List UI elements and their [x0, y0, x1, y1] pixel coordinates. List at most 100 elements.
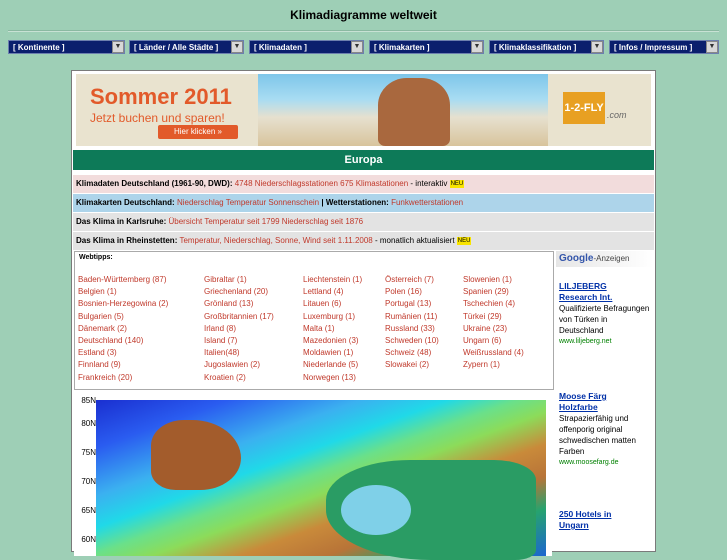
country-link[interactable]: Lettland (4) [303, 286, 362, 298]
ad-url[interactable]: www.moosefarg.de [559, 457, 651, 468]
country-link[interactable]: Grönland (13) [204, 298, 274, 310]
ad-title[interactable]: Ungarn [559, 520, 651, 531]
nav-label: [ Klimaklassifikation ] [494, 43, 577, 52]
ad-body: Qualifizierte Befragungen von Türken in … [559, 304, 650, 335]
chevron-down-icon[interactable]: ▼ [112, 41, 124, 53]
baltic-shape [341, 485, 411, 535]
country-link[interactable]: Weißrussland (4) [463, 347, 524, 359]
ad-banner[interactable]: Sommer 2011 Jetzt buchen und sparen! Hie… [76, 74, 651, 146]
country-link[interactable]: Spanien (29) [463, 286, 524, 298]
country-link[interactable]: Liechtenstein (1) [303, 274, 362, 286]
nav-kontinente[interactable]: [ Kontinente ] ▼ [8, 40, 125, 54]
country-column: Österreich (7) Polen (16) Portugal (13) … [385, 274, 439, 372]
country-link[interactable]: Litauen (6) [303, 298, 362, 310]
info-row-klimakarten: Klimakarten Deutschland: Niederschlag Te… [73, 194, 654, 212]
nav-label: [ Klimakarten ] [374, 43, 430, 52]
lat-tick: 75N [81, 448, 96, 457]
info-row-karlsruhe: Das Klima in Karlsruhe: Übersicht Temper… [73, 213, 654, 231]
ad-title[interactable]: Holzfarbe [559, 402, 651, 413]
row-label: Das Klima in Rheinstetten: [76, 236, 178, 245]
country-link[interactable]: Portugal (13) [385, 298, 439, 310]
country-link[interactable]: Griechenland (20) [204, 286, 274, 298]
country-link[interactable]: Irland (8) [204, 323, 274, 335]
nav-klimaklassifikation[interactable]: [ Klimaklassifikation ] ▼ [489, 40, 604, 54]
country-link[interactable]: Tschechien (4) [463, 298, 524, 310]
link-niederschlag-1876[interactable]: Niederschlag seit 1876 [282, 217, 363, 226]
country-link[interactable]: Ungarn (6) [463, 335, 524, 347]
country-link[interactable]: Moldawien (1) [303, 347, 362, 359]
country-link[interactable]: Island (7) [204, 335, 274, 347]
link-uebersicht[interactable]: Übersicht [168, 217, 202, 226]
ad-title[interactable]: LILJEBERG [559, 281, 651, 292]
row-label-2: Wetterstationen: [325, 198, 389, 207]
country-link[interactable]: Bulgarien (5) [78, 311, 168, 323]
country-link[interactable]: Türkei (29) [463, 311, 524, 323]
ad-item[interactable]: 250 Hotels in Ungarn [559, 509, 651, 531]
link-funkwetterstationen[interactable]: Funkwetterstationen [391, 198, 463, 207]
country-link[interactable]: Niederlande (5) [303, 359, 362, 371]
chevron-down-icon[interactable]: ▼ [231, 41, 243, 53]
country-link[interactable]: Dänemark (2) [78, 323, 168, 335]
google-logo: Google [559, 253, 594, 264]
ads-header: Google-Anzeigen [556, 251, 653, 267]
info-row-klimadaten: Klimadaten Deutschland (1961-90, DWD): 4… [73, 175, 654, 193]
nav-laender[interactable]: [ Länder / Alle Städte ] ▼ [129, 40, 244, 54]
nav-label: [ Infos / Impressum ] [614, 43, 693, 52]
country-link[interactable]: Schweden (10) [385, 335, 439, 347]
country-link[interactable]: Rumänien (11) [385, 311, 439, 323]
nav-label: [ Länder / Alle Städte ] [134, 43, 219, 52]
lat-tick: 80N [81, 419, 96, 428]
nav-infos[interactable]: [ Infos / Impressum ] ▼ [609, 40, 719, 54]
country-link[interactable]: Malta (1) [303, 323, 362, 335]
country-link[interactable]: Zypern (1) [463, 359, 524, 371]
country-link[interactable]: Mazedonien (3) [303, 335, 362, 347]
country-link[interactable]: Slowenien (1) [463, 274, 524, 286]
country-link[interactable]: Ukraine (23) [463, 323, 524, 335]
chevron-down-icon[interactable]: ▼ [471, 41, 483, 53]
link-niederschlag[interactable]: Niederschlag [177, 198, 224, 207]
nav-klimadaten[interactable]: [ Klimadaten ] ▼ [249, 40, 364, 54]
link-rheinstetten-data[interactable]: Temperatur, Niederschlag, Sonne, Wind se… [179, 236, 372, 245]
link-sonnenschein[interactable]: Sonnenschein [268, 198, 319, 207]
link-temperatur-1799[interactable]: Temperatur seit 1799 [204, 217, 279, 226]
banner-button[interactable]: Hier klicken » [158, 125, 238, 139]
logo-mark: 1-2-FLY [563, 92, 605, 124]
link-temperatur[interactable]: Temperatur [226, 198, 266, 207]
country-link[interactable]: Deutschland (140) [78, 335, 168, 347]
nav-label: [ Klimadaten ] [254, 43, 307, 52]
chevron-down-icon[interactable]: ▼ [351, 41, 363, 53]
country-link[interactable]: Österreich (7) [385, 274, 439, 286]
country-link[interactable]: Kroatien (2) [204, 372, 274, 384]
ad-url[interactable]: www.liljeberg.net [559, 336, 651, 347]
ad-item[interactable]: LILJEBERG Research Int. Qualifizierte Be… [559, 281, 651, 347]
country-link[interactable]: Großbritannien (17) [204, 311, 274, 323]
chevron-down-icon[interactable]: ▼ [591, 41, 603, 53]
ad-title[interactable]: Moose Färg [559, 391, 651, 402]
map-image[interactable] [96, 400, 546, 560]
country-link[interactable]: Frankreich (20) [78, 372, 168, 384]
country-link[interactable]: Russland (33) [385, 323, 439, 335]
country-link[interactable]: Gibraltar (1) [204, 274, 274, 286]
ad-body: Strapazierfähig und offenporig original … [559, 414, 636, 456]
country-link[interactable]: Bosnien-Herzegowina (2) [78, 298, 168, 310]
country-link[interactable]: Italien(48) [204, 347, 274, 359]
nav-klimakarten[interactable]: [ Klimakarten ] ▼ [369, 40, 484, 54]
country-link[interactable]: Belgien (1) [78, 286, 168, 298]
country-link[interactable]: Baden-Württemberg (87) [78, 274, 168, 286]
country-link[interactable]: Norwegen (13) [303, 372, 362, 384]
country-link[interactable]: Estland (3) [78, 347, 168, 359]
country-link[interactable]: Schweiz (48) [385, 347, 439, 359]
country-link[interactable]: Polen (16) [385, 286, 439, 298]
ad-title[interactable]: Research Int. [559, 292, 651, 303]
ad-item[interactable]: Moose Färg Holzfarbe Strapazierfähig und… [559, 391, 651, 468]
country-link[interactable]: Slowakei (2) [385, 359, 439, 371]
climate-map[interactable]: 85N 80N 75N 70N 65N 60N [74, 396, 552, 560]
country-link[interactable]: Jugoslawien (2) [204, 359, 274, 371]
link-klimastationen[interactable]: 675 Klimastationen [340, 179, 408, 188]
country-link[interactable]: Finnland (9) [78, 359, 168, 371]
chevron-down-icon[interactable]: ▼ [706, 41, 718, 53]
country-link[interactable]: Luxemburg (1) [303, 311, 362, 323]
lat-tick: 70N [81, 477, 96, 486]
link-niederschlagsstationen[interactable]: 4748 Niederschlagsstationen [235, 179, 338, 188]
ad-title[interactable]: 250 Hotels in [559, 509, 651, 520]
